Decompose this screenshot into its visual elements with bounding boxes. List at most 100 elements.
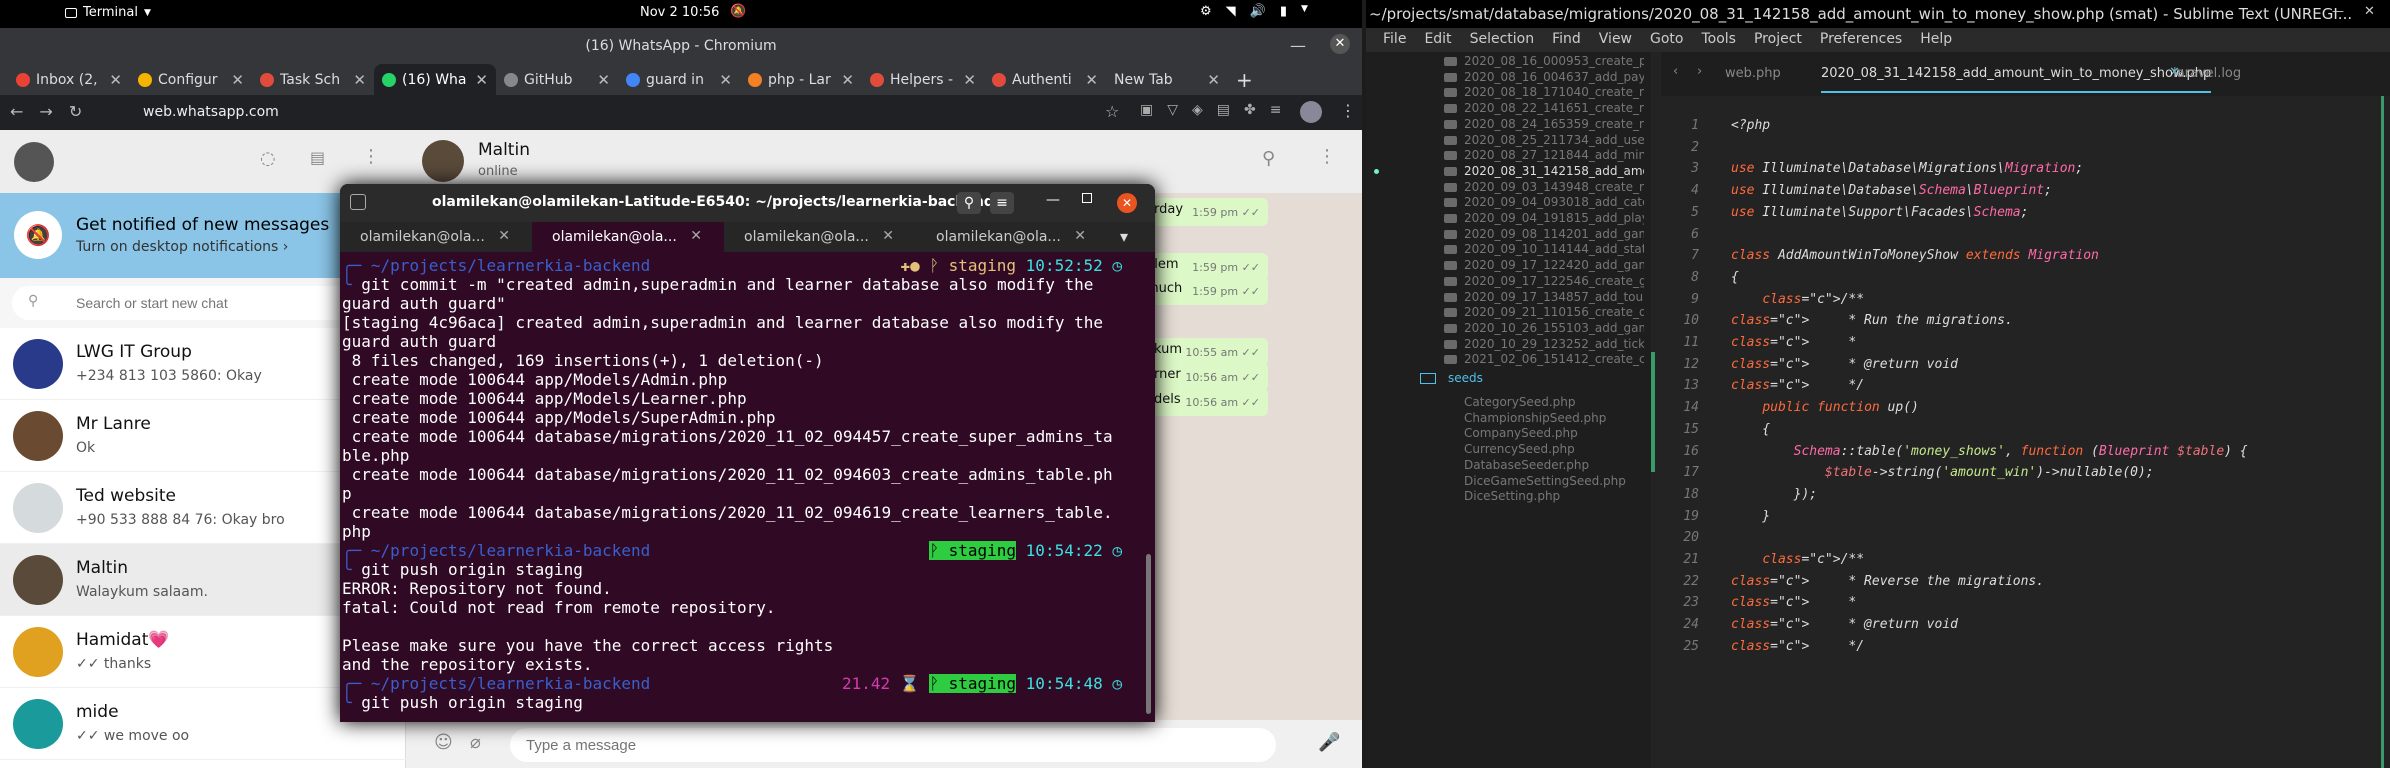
tab-close-icon[interactable]: ✕ [498,228,510,244]
message-bubble[interactable]: much 1:59 pm ✓✓ [1138,277,1268,305]
tab-close-icon[interactable]: ✕ [1085,71,1098,89]
menu-icon[interactable]: ⋮ [1318,146,1336,167]
tab-close-icon[interactable]: ✕ [882,228,894,244]
terminal-tab[interactable]: olamilekan@ola... ✕ [532,222,724,252]
tab-close-icon[interactable]: ✕ [231,71,244,89]
code-editor[interactable]: 1 <?php 2 3 use Illuminate\Database\Migratio… [1661,110,2390,768]
sidebar-scrollbar[interactable] [1651,352,1655,472]
editor-tab[interactable]: laravel.log [2173,66,2241,81]
sidebar-file[interactable]: 2020_09_17_122420_add_game [1464,258,1644,272]
microphone-icon[interactable]: 🎤 [1318,732,1340,753]
system-tray[interactable]: ⚙ ◥ 🔊 ▮ ▼ [1200,4,1308,19]
sidebar-file[interactable]: DiceSetting.php [1464,489,1644,503]
sidebar-file[interactable]: 2020_08_18_171040_create_mo [1464,85,1644,99]
browser-tab[interactable]: Inbox (2, ✕ [8,64,130,95]
my-avatar[interactable] [14,142,54,182]
tab-close-icon[interactable]: ✕ [353,71,366,89]
close-button[interactable]: ✕ [2364,4,2375,19]
search-icon[interactable]: ⚲ [1262,148,1275,169]
tab-close-icon[interactable]: ✕ [597,71,610,89]
menu-item[interactable]: Selection [1461,28,1544,52]
tab-close-icon[interactable]: ✕ [963,71,976,89]
status-icon[interactable]: ◌ [260,148,276,169]
browser-tab[interactable]: guard in ✕ [618,64,740,95]
tab-close-icon[interactable]: ✕ [690,228,702,244]
sidebar-folder[interactable]: seeds [1448,371,1483,385]
menu-item[interactable]: Tools [1692,28,1745,52]
contact-avatar[interactable] [422,140,464,182]
search-icon[interactable]: ⚲ [957,192,981,214]
maximize-button[interactable] [1082,193,1092,203]
message-bubble[interactable]: arner 10:56 am ✓✓ [1138,363,1268,391]
terminal-scrollbar[interactable] [1146,554,1151,714]
search-input[interactable] [12,286,392,320]
browser-tab[interactable]: (16) Wha ✕ [374,64,496,95]
browser-tab[interactable]: Authenti ✕ [984,64,1106,95]
menu-item[interactable]: File [1374,28,1415,52]
emoji-icon[interactable]: ☺ [434,732,453,753]
sidebar-file[interactable]: 2021_02_06_151412_create_cate [1464,352,1644,366]
sidebar-file[interactable]: 2020_08_22_141651_create_mo [1464,101,1644,115]
tab-prev-icon[interactable]: ‹ [1673,64,1678,79]
browser-tab[interactable]: New Tab ✕ [1106,64,1228,95]
editor-tab[interactable]: web.php [1725,66,1781,81]
sidebar-file[interactable]: 2020_08_25_211734_add_user_ [1464,133,1644,147]
menu-item[interactable]: Help [1911,28,1961,52]
tab-next-icon[interactable]: › [1697,64,1702,79]
browser-tab[interactable]: Configur ✕ [130,64,252,95]
menu-item[interactable]: Edit [1415,28,1460,52]
forward-icon[interactable]: → [39,102,52,121]
minimize-button[interactable]: — [2332,4,2344,18]
message-bubble[interactable]: erday 1:59 pm ✓✓ [1138,198,1268,226]
tab-close-icon[interactable]: ✕ [1074,228,1086,244]
tab-close-icon[interactable]: ✕ [475,71,488,89]
browser-tab[interactable]: GitHub ✕ [496,64,618,95]
tab-close-icon[interactable]: ✕ [109,71,122,89]
sidebar-file[interactable]: 2020_09_17_122546_create_gan [1464,274,1644,288]
tab-close-icon[interactable]: ✕ [719,71,732,89]
sidebar-file[interactable]: 2020_09_08_114201_add_game [1464,227,1644,241]
new-tab-button[interactable]: + [1228,64,1258,95]
sidebar-file[interactable]: 2020_08_16_004637_add_paym [1464,70,1644,84]
system-clock[interactable]: Nov 2 10:56 [640,5,719,20]
message-bubble[interactable]: odels 10:56 am ✓✓ [1138,388,1268,416]
menu-item[interactable]: Project [1745,28,1811,52]
sidebar-file[interactable]: 2020_09_03_143948_create_mo [1464,180,1644,194]
more-menu-icon[interactable]: ⋮ [1340,101,1356,120]
address-bar[interactable]: web.whatsapp.com [95,99,1125,126]
menu-item[interactable]: Goto [1641,28,1692,52]
sidebar-file[interactable]: CurrencySeed.php [1464,442,1644,456]
tab-close-icon[interactable]: ✕ [841,71,854,89]
terminal-tab[interactable]: olamilekan@ola... ✕ [340,222,532,252]
tab-close-icon[interactable]: ✕ [1207,71,1220,89]
sidebar-file[interactable]: 2020_09_17_134857_add_tourn [1464,290,1644,304]
tabs-dropdown-icon[interactable]: ▾ [1108,222,1140,252]
close-button[interactable]: ✕ [1117,193,1137,213]
sidebar-file[interactable]: CategorySeed.php [1464,395,1644,409]
profile-avatar[interactable] [1300,101,1322,123]
sidebar-file[interactable]: ChampionshipSeed.php [1464,411,1644,425]
menu-item[interactable]: View [1590,28,1641,52]
sidebar-file[interactable]: 2020_10_29_123252_add_ticket_ [1464,337,1644,351]
message-bubble[interactable]: ekum 10:55 am ✓✓ [1138,338,1268,366]
sidebar-file[interactable]: 2020_08_24_165359_create_mo [1464,117,1644,131]
sidebar-file[interactable]: 2020_08_31_142158_add_amou [1464,164,1644,178]
new-chat-icon[interactable]: ▤ [310,148,325,167]
browser-tab[interactable]: php - Lar ✕ [740,64,862,95]
minimap-scrollbar[interactable] [2381,96,2384,768]
sidebar-file[interactable]: 2020_09_21_110156_create_dice [1464,305,1644,319]
terminal-output[interactable]: ╭─ ~/projects/learnerkia-backend ✚● ᚹ sta… [340,252,1140,722]
back-icon[interactable]: ← [10,102,23,121]
sidebar-file[interactable]: DiceGameSettingSeed.php [1464,474,1644,488]
attach-icon[interactable]: ⌀ [470,732,481,753]
sidebar-file[interactable]: 2020_08_16_000953_create_plat [1464,54,1644,68]
notify-link[interactable]: Turn on desktop notifications › [76,239,288,255]
menu-icon[interactable]: ⋮ [362,146,380,167]
new-tab-icon[interactable] [350,194,366,210]
minimize-button[interactable]: — [1046,192,1060,208]
message-input[interactable] [510,728,1276,762]
sidebar-file[interactable]: DatabaseSeeder.php [1464,458,1644,472]
sidebar-file[interactable]: CompanySeed.php [1464,426,1644,440]
bookmark-star-icon[interactable]: ☆ [1105,102,1119,121]
menu-item[interactable]: Preferences [1811,28,1911,52]
